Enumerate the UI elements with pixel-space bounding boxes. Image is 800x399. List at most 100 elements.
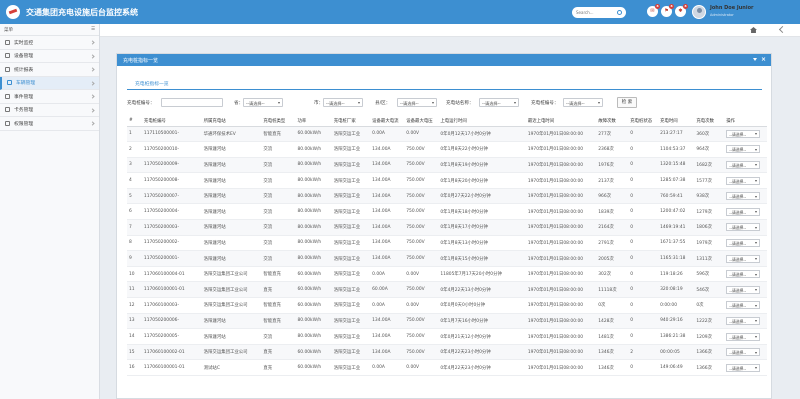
- table-cell: 洛阳交运工业: [331, 250, 371, 267]
- pile-select[interactable]: --请选择--: [563, 98, 603, 107]
- sidebar-item-report[interactable]: 统计报表: [0, 63, 99, 77]
- row-action-select[interactable]: --请选择--: [726, 285, 761, 294]
- sidebar-item-monitor[interactable]: 实时监控: [0, 36, 99, 50]
- query-button[interactable]: 检 索: [617, 97, 637, 108]
- sidebar-toggle-icon[interactable]: ☰: [91, 27, 95, 32]
- task-icon[interactable]: ⚑ 8: [661, 4, 674, 17]
- chevron-icon: [90, 40, 95, 45]
- sidebar-item-users[interactable]: 权限管理: [0, 117, 99, 131]
- alert-icon[interactable]: ✱ 8: [675, 4, 688, 17]
- table-cell: 134.00A: [370, 157, 405, 174]
- row-action-select[interactable]: --请选择--: [726, 316, 761, 325]
- table-cell: 直充: [261, 344, 296, 361]
- action-cell: --请选择--: [724, 297, 767, 314]
- table-cell: 134.00A: [370, 141, 405, 158]
- table-cell: 3: [127, 157, 142, 174]
- column-header: 功率: [295, 116, 332, 127]
- row-action-select[interactable]: --请选择--: [726, 160, 761, 169]
- sidebar-item-car[interactable]: 车辆管理: [0, 76, 99, 90]
- row-action-select[interactable]: --请选择--: [726, 363, 761, 372]
- table-cell: 596次: [694, 266, 725, 283]
- search-box[interactable]: [572, 7, 626, 18]
- table-cell: 交流: [261, 141, 296, 158]
- city-select[interactable]: --请选择--: [323, 98, 363, 107]
- table-cell: 1366次: [694, 344, 725, 361]
- column-header: 充电时间: [658, 116, 695, 127]
- user-name[interactable]: John Doe Junior: [710, 5, 753, 11]
- table-cell: 1970年01月01日08:00:00: [525, 235, 597, 252]
- row-action-select[interactable]: --请选择--: [726, 348, 761, 357]
- table-cell: 0.00A: [370, 359, 405, 376]
- app-title: 交通集团充电设施后台监控系统: [26, 7, 138, 17]
- table-cell: 302次: [596, 266, 629, 283]
- code-input[interactable]: [161, 98, 223, 107]
- table-cell: 119:18:26: [658, 266, 695, 283]
- collapse-icon[interactable]: [753, 58, 757, 61]
- table-cell: 1428次: [596, 313, 629, 330]
- table-cell: 交流: [261, 250, 296, 267]
- table-row: 14 117050200005- 洛阳瀍河站 交流 80.00kW/h 洛阳交运工业 134…: [127, 328, 767, 345]
- table-cell: 2137次: [596, 172, 629, 189]
- table-cell: 966次: [596, 188, 629, 205]
- table-cell: 洛阳瀍河站: [201, 157, 262, 174]
- row-action-select[interactable]: --请选择--: [726, 301, 761, 310]
- table-row: 3 117050200009- 洛阳瀍河站 交流 80.00kW/h 洛阳交运工业 134.…: [127, 157, 767, 174]
- table-cell: 0年1月8天13小时0分钟: [438, 235, 526, 252]
- district-select[interactable]: --请选择--: [397, 98, 437, 107]
- table-cell: 750.00V: [404, 219, 439, 236]
- table-cell: 546次: [694, 281, 725, 299]
- row-action-select[interactable]: --请选择--: [726, 332, 761, 341]
- table-cell: 277次: [596, 126, 629, 143]
- row-action-select[interactable]: --请选择--: [726, 192, 761, 201]
- row-action-select[interactable]: --请选择--: [726, 145, 761, 154]
- row-action-select[interactable]: --请选择--: [726, 254, 761, 263]
- search-icon[interactable]: [617, 10, 622, 15]
- table-row: 5 117050200007- 洛阳瀍河站 交流 80.00kW/h 洛阳交运工业 134.…: [127, 188, 767, 205]
- tab-pile-index[interactable]: 充电桩指标一览: [135, 80, 169, 87]
- pile-table: # 充电桩编号 所属充电站 充电桩类型 功率 充电桩厂家 设备最大电流 设备最大…: [127, 116, 767, 376]
- action-cell: --请选择--: [724, 219, 767, 236]
- table-cell: 1311次: [694, 250, 725, 267]
- sidebar: 菜单 ☰ 实时监控 设备管理 统计报表 车辆管理 事件管理 卡务管理 权限管理: [0, 24, 100, 399]
- column-header: 操作: [724, 116, 767, 127]
- table-cell: 1481次: [596, 328, 629, 345]
- row-action-select[interactable]: --请选择--: [726, 176, 761, 185]
- column-header: 充电桩状态: [628, 116, 659, 127]
- table-row: 11 117060100001-01 洛阳交运集团工业公司 直充 60.00kW/h 洛阳…: [127, 281, 767, 299]
- table-cell: 1970年01月01日08:00:00: [525, 344, 597, 361]
- sidebar-item-device[interactable]: 设备管理: [0, 50, 99, 63]
- row-action-select[interactable]: --请选择--: [726, 129, 761, 138]
- monitor-icon: [5, 39, 10, 45]
- station-select[interactable]: --请选择--: [479, 98, 519, 107]
- table-cell: 1976次: [596, 157, 629, 174]
- row-action-select[interactable]: --请选择--: [726, 238, 761, 247]
- row-action-select[interactable]: --请选择--: [726, 207, 761, 216]
- column-header: 充电桩厂家: [331, 116, 371, 127]
- table-cell: 1366次: [694, 359, 725, 376]
- table-cell: 0年1月8天15小时0分钟: [438, 250, 526, 267]
- sidebar-item-event[interactable]: 事件管理: [0, 90, 99, 104]
- table-cell: 117050200006-: [141, 313, 202, 330]
- sidebar-item-card[interactable]: 卡务管理: [0, 104, 99, 117]
- report-icon: [5, 66, 10, 72]
- table-cell: 80.00kW/h: [295, 203, 332, 221]
- table-cell: 0: [628, 313, 659, 330]
- notification-badge: 8: [655, 4, 660, 9]
- search-input[interactable]: [576, 10, 616, 15]
- notification-icon[interactable]: ✉ 8: [647, 4, 660, 17]
- table-cell: 60.00kW/h: [295, 344, 332, 361]
- table-cell: 0次: [596, 297, 629, 314]
- close-icon[interactable]: ×: [761, 56, 766, 63]
- row-action-select[interactable]: --请选择--: [726, 223, 761, 232]
- table-cell: 5: [127, 188, 142, 205]
- avatar[interactable]: [692, 5, 706, 19]
- province-select[interactable]: --请选择--: [243, 98, 283, 107]
- table-cell: 洛阳交运集团工业公司: [201, 297, 262, 314]
- table-cell: 0: [628, 141, 659, 158]
- sidebar-item-label: 车辆管理: [16, 81, 36, 87]
- table-cell: 洛阳瀍河站: [201, 172, 262, 189]
- table-cell: 1222次: [694, 313, 725, 330]
- table-cell: 940:29:16: [658, 313, 695, 330]
- table-cell: 0: [628, 219, 659, 236]
- row-action-select[interactable]: --请选择--: [726, 270, 761, 279]
